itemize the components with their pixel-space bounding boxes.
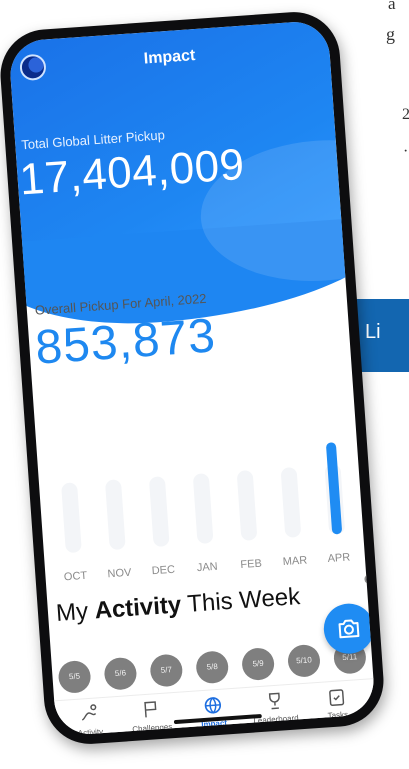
chart-bar-track bbox=[280, 466, 302, 538]
nav-item-challenges[interactable]: Challenges bbox=[120, 697, 182, 735]
activity-heading-bold: Activity bbox=[93, 591, 183, 625]
phone-mockup: Impact Total Global Litter Pickup 17,404… bbox=[0, 9, 387, 747]
background-text-g: g bbox=[386, 24, 395, 44]
chart-bar-track bbox=[192, 473, 214, 545]
day-circle[interactable]: 5/10 bbox=[286, 643, 322, 678]
background-text-2: 2 bbox=[402, 106, 409, 123]
nav-label: Activity bbox=[77, 727, 104, 737]
activity-heading-prefix: My bbox=[55, 597, 96, 628]
chart-bar-apr bbox=[324, 442, 346, 535]
chart-bar-jan bbox=[192, 473, 214, 545]
nav-item-impact[interactable]: Impact bbox=[182, 692, 244, 730]
chart-bar-nov bbox=[104, 479, 126, 551]
chart-bar-oct bbox=[61, 482, 82, 554]
app-screen: Impact Total Global Litter Pickup 17,404… bbox=[8, 19, 376, 737]
chart-tick-label: MAR bbox=[282, 554, 308, 569]
day-circle[interactable]: 5/6 bbox=[103, 656, 138, 691]
camera-icon bbox=[338, 619, 360, 639]
background-banner-text: Li bbox=[365, 321, 381, 343]
chart-bar-track bbox=[61, 482, 82, 554]
day-circle[interactable]: 5/5 bbox=[57, 659, 92, 694]
flag-icon bbox=[144, 701, 157, 718]
monthly-pickup-chart: OCT NOV DEC JAN FEB MAR APR bbox=[36, 419, 366, 591]
chart-tick-label: JAN bbox=[196, 560, 219, 575]
chart-bar-feb bbox=[236, 469, 258, 541]
chart-tick-label: APR bbox=[327, 551, 351, 565]
trophy-icon bbox=[268, 692, 280, 710]
background-text-a: a bbox=[388, 0, 396, 13]
activity-heading-suffix: This Week bbox=[180, 583, 301, 619]
chart-tick-label: DEC bbox=[151, 563, 176, 578]
monthly-pickup-value: 853,873 bbox=[33, 309, 218, 375]
nav-label: Tasks bbox=[327, 709, 349, 721]
day-circle[interactable]: 5/8 bbox=[195, 650, 230, 685]
chart-bar-mar bbox=[280, 466, 302, 538]
info-icon[interactable]: i bbox=[364, 573, 375, 585]
day-circle[interactable]: 5/9 bbox=[241, 647, 276, 682]
chart-tick-label: NOV bbox=[107, 566, 132, 581]
day-circle[interactable]: 5/7 bbox=[149, 653, 184, 688]
chart-tick-label: OCT bbox=[63, 569, 88, 584]
chart-bar-track bbox=[148, 476, 170, 548]
chart-bar-track bbox=[236, 469, 258, 541]
activity-heading: My Activity This Week bbox=[55, 583, 301, 628]
clipboard-icon bbox=[329, 689, 345, 706]
activity-icon bbox=[81, 704, 97, 721]
nav-item-leaderboard[interactable]: Leaderboard bbox=[244, 688, 306, 726]
nav-item-activity[interactable]: Activity bbox=[58, 701, 120, 736]
nav-item-tasks[interactable]: Tasks bbox=[306, 684, 368, 722]
background-text-dot: · bbox=[403, 143, 409, 160]
chart-tick-label: FEB bbox=[240, 557, 263, 572]
nav-label: Challenges bbox=[132, 722, 173, 735]
chart-bar-track bbox=[104, 479, 126, 551]
globe-icon bbox=[204, 697, 222, 714]
chart-bar-dec bbox=[148, 476, 170, 548]
